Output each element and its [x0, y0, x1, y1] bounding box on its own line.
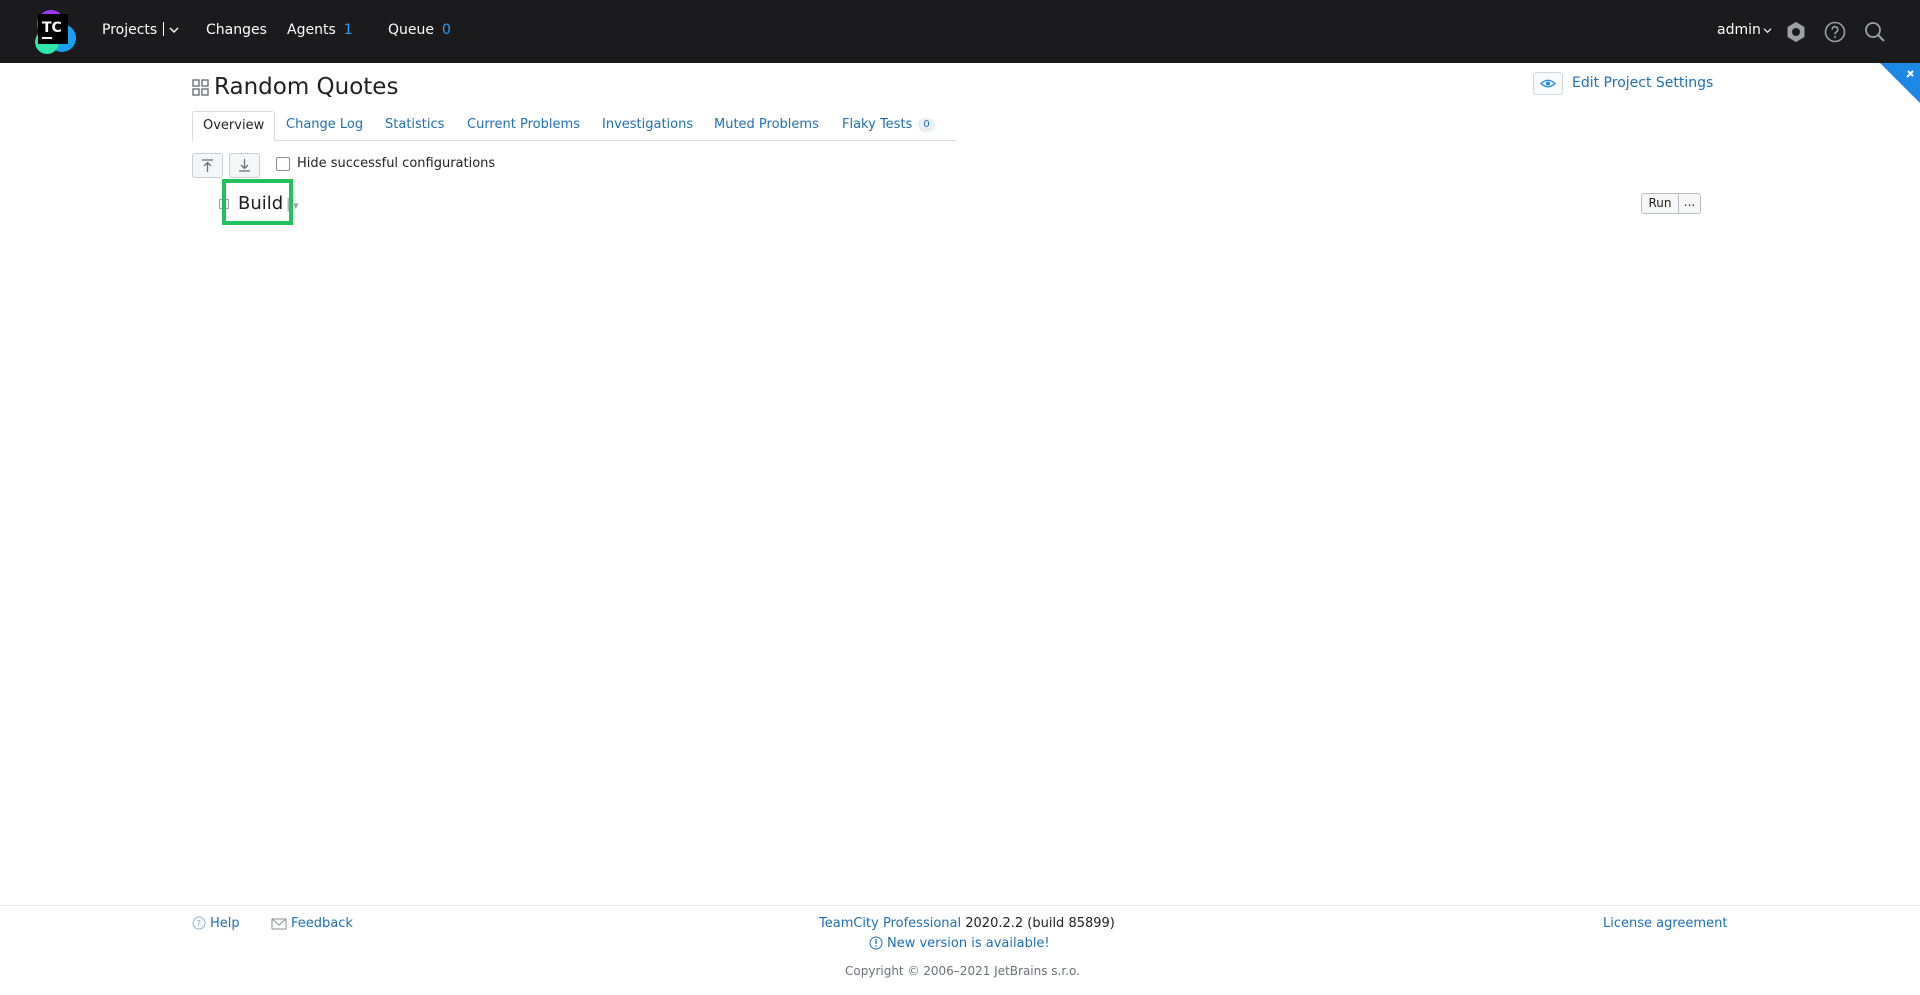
nav-agents[interactable]: Agents 1	[287, 22, 353, 38]
chevron-down-icon	[1763, 28, 1772, 34]
eye-icon	[1540, 79, 1556, 88]
footer-feedback-link[interactable]: Feedback	[271, 916, 353, 931]
expand-all-button[interactable]	[229, 153, 260, 178]
copyright-text: Copyright © 2006–2021 JetBrains s.r.o.	[845, 964, 1080, 978]
mail-icon	[271, 918, 287, 930]
page-title: Random Quotes	[214, 74, 399, 100]
build-chevron-icon[interactable]: ▾	[293, 199, 299, 212]
nav-agents-label: Agents	[287, 22, 336, 38]
chevron-down-icon[interactable]	[169, 26, 179, 34]
footer-product-info: TeamCity Professional 2020.2.2 (build 85…	[819, 916, 1115, 931]
nav-separator	[163, 22, 165, 36]
user-name: admin	[1717, 22, 1761, 38]
user-menu[interactable]: admin	[1717, 22, 1772, 38]
hide-successful-checkbox[interactable]	[276, 157, 290, 171]
project-tabs: Overview Change Log Statistics Current P…	[192, 111, 956, 142]
collapse-icon	[202, 159, 213, 172]
feedback-label: Feedback	[291, 916, 353, 931]
new-version-label: New version is available!	[887, 936, 1050, 951]
nav-changes[interactable]: Changes	[206, 22, 267, 38]
project-grid-icon	[192, 79, 209, 96]
svg-text:?: ?	[196, 920, 201, 930]
license-agreement-link[interactable]: License agreement	[1603, 916, 1727, 931]
expand-icon	[239, 159, 250, 172]
nav-queue[interactable]: Queue 0	[388, 22, 451, 38]
footer-divider	[0, 905, 1920, 906]
tab-investigations[interactable]: Investigations	[602, 111, 693, 139]
edit-project-settings-link[interactable]: Edit Project Settings	[1572, 75, 1713, 91]
help-icon[interactable]	[1823, 20, 1847, 44]
nav-projects[interactable]: Projects	[102, 22, 179, 38]
run-button[interactable]: Run	[1641, 193, 1679, 214]
queue-count: 0	[442, 22, 451, 38]
help-icon: ?	[192, 916, 206, 930]
collapse-all-button[interactable]	[192, 153, 223, 178]
nav-projects-label: Projects	[102, 22, 158, 38]
top-navigation-bar: TC Projects Changes Agents 1 Queue 0 admin	[0, 0, 1920, 63]
settings-gear-icon[interactable]	[1784, 20, 1808, 44]
search-icon[interactable]	[1863, 20, 1887, 44]
nav-queue-label: Queue	[388, 22, 434, 38]
tab-statistics[interactable]: Statistics	[385, 111, 444, 139]
product-link[interactable]: TeamCity Professional	[819, 916, 961, 931]
watch-button[interactable]	[1533, 72, 1563, 95]
tab-muted-problems[interactable]: Muted Problems	[714, 111, 819, 139]
tab-change-log[interactable]: Change Log	[286, 111, 363, 139]
product-version: 2020.2.2 (build 85899)	[965, 916, 1115, 931]
highlight-box	[222, 179, 293, 225]
footer-help-link[interactable]: ? Help	[192, 916, 240, 931]
tab-flaky-tests-label: Flaky Tests	[842, 117, 913, 132]
license-agreement-label: License agreement	[1603, 916, 1728, 931]
teamcity-logo[interactable]: TC	[29, 6, 81, 58]
svg-text:TC: TC	[42, 20, 62, 36]
run-options-button[interactable]: ...	[1678, 193, 1701, 214]
tab-flaky-tests[interactable]: Flaky Tests 0	[842, 111, 935, 139]
help-label: Help	[210, 916, 240, 931]
hide-successful-label[interactable]: Hide successful configurations	[297, 156, 495, 171]
new-version-link[interactable]: New version is available!	[869, 936, 1050, 951]
agents-count: 1	[343, 22, 353, 38]
info-icon	[869, 936, 883, 950]
tab-overview[interactable]: Overview	[192, 111, 276, 142]
corner-ribbon-icon[interactable]	[1880, 63, 1920, 103]
flaky-tests-count-badge: 0	[918, 118, 935, 132]
tab-current-problems[interactable]: Current Problems	[467, 111, 580, 139]
